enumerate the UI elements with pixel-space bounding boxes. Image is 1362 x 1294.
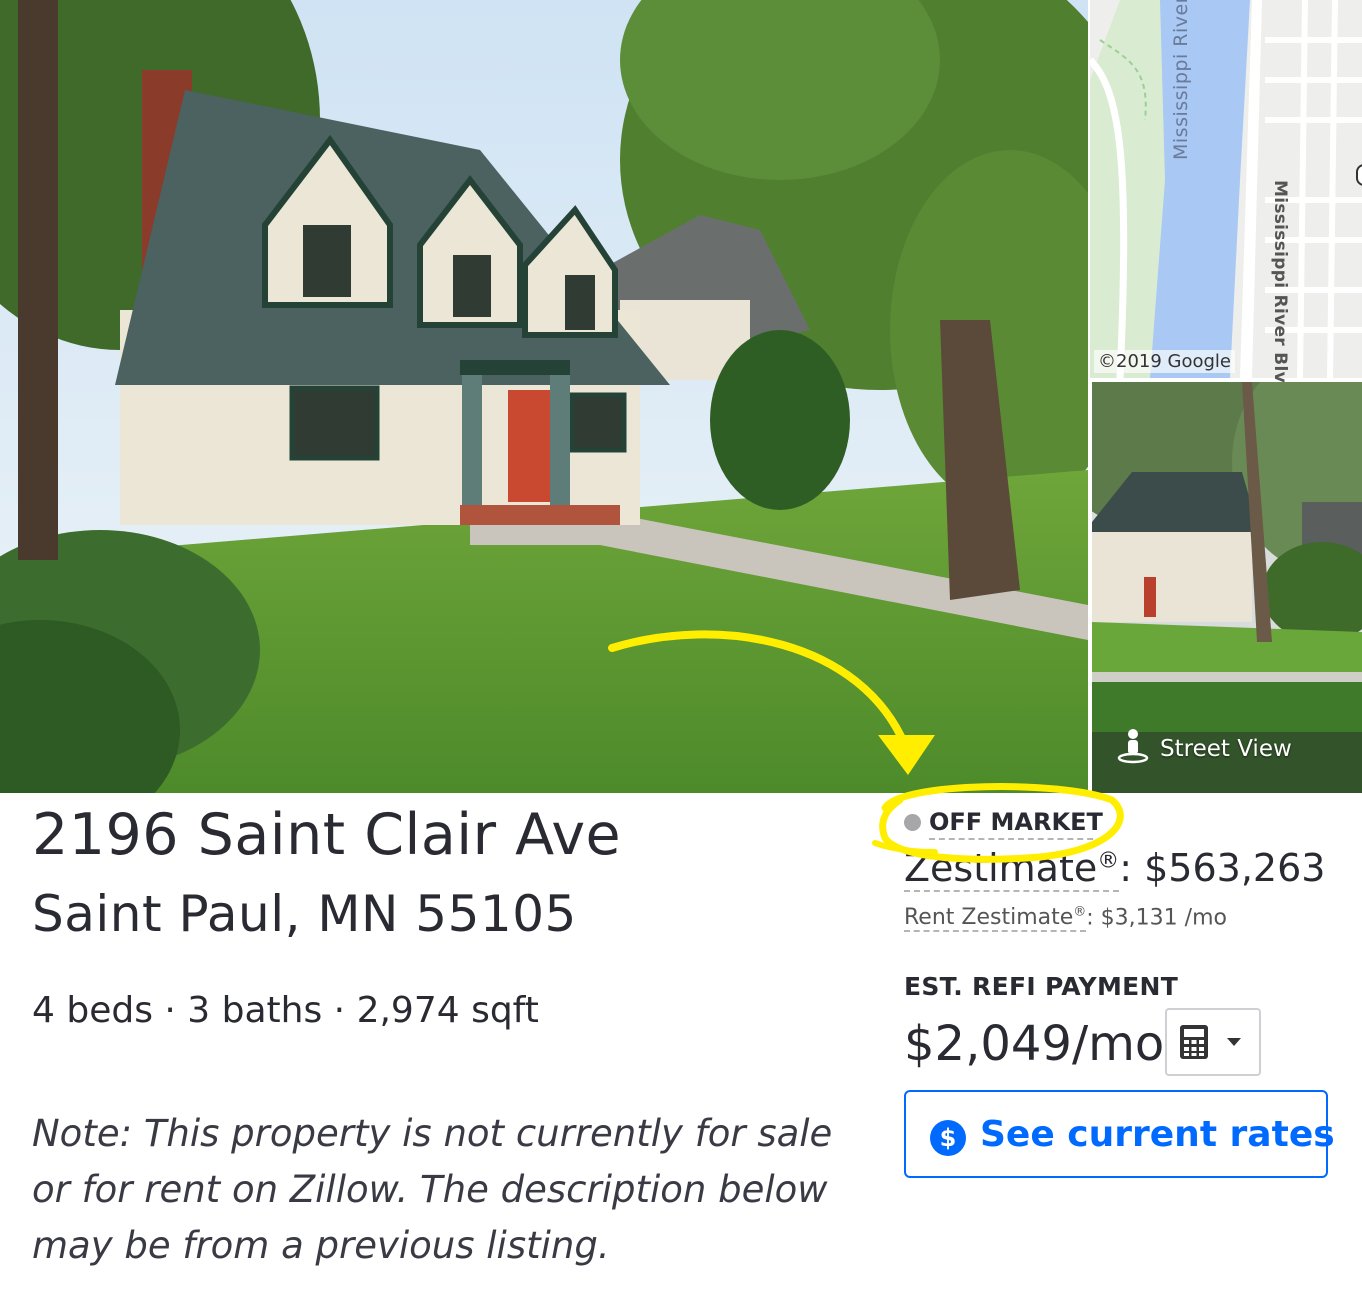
map-road-label: Mississippi River Blvd <box>1270 180 1290 396</box>
see-current-rates-button[interactable]: $ See current rates <box>904 1090 1335 1178</box>
street-view-label[interactable]: Street View <box>1160 736 1292 762</box>
city-state-zip: Saint Paul, MN 55105 <box>32 885 577 943</box>
calculator-icon <box>1180 1025 1208 1059</box>
registered-mark: ® <box>1097 848 1120 874</box>
rent-zestimate: Rent Zestimate®: $3,131 /mo <box>904 905 1227 933</box>
map-river-label: Mississippi River <box>1170 0 1192 160</box>
pegman-icon <box>1117 729 1149 764</box>
status-dot-icon <box>904 814 921 831</box>
caret-down-icon <box>1227 1038 1241 1046</box>
location-map[interactable] <box>1090 0 1362 378</box>
calculator-dropdown-button[interactable] <box>1165 1008 1261 1076</box>
rent-zestimate-value: : $3,131 /mo <box>1086 905 1227 931</box>
property-facts: 4 beds · 3 baths · 2,974 sqft <box>32 990 539 1031</box>
map-copyright: ©2019 Google <box>1094 350 1236 373</box>
zestimate-value: : $563,263 <box>1119 846 1326 890</box>
property-main-photo[interactable] <box>0 0 1088 793</box>
map-control-icon[interactable] <box>1356 164 1362 186</box>
street-address: 2196 Saint Clair Ave <box>32 802 622 868</box>
see-current-rates-label: See current rates <box>980 1114 1335 1155</box>
dollar-circle-icon: $ <box>930 1120 966 1156</box>
rent-zestimate-label[interactable]: Rent Zestimate® <box>904 905 1087 933</box>
zestimate: Zestimate®: $563,263 <box>904 846 1326 892</box>
refi-amount: $2,049/mo <box>904 1016 1165 1072</box>
registered-mark: ® <box>1073 905 1087 920</box>
off-market-note: Note: This property is not currently for… <box>32 1112 833 1267</box>
status-badge[interactable]: OFF MARKET <box>904 808 1103 840</box>
status-label: OFF MARKET <box>929 808 1103 840</box>
refi-label: EST. REFI PAYMENT <box>904 972 1179 1001</box>
zestimate-label[interactable]: Zestimate® <box>904 846 1120 892</box>
